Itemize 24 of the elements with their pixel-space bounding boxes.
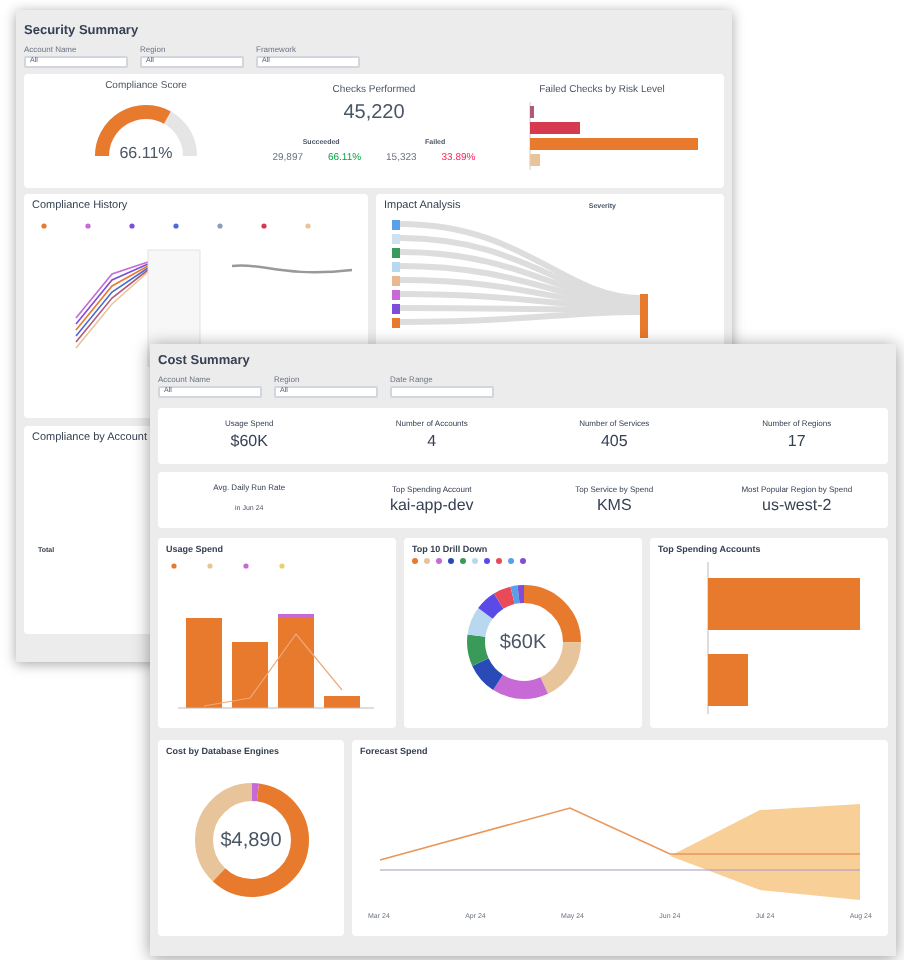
donut-chart-drawing — [191, 780, 311, 900]
kpi-value: 405 — [600, 434, 628, 450]
kpi-value: 4 — [427, 434, 437, 450]
kpi-value: KMS — [596, 497, 632, 513]
kpi-value: us-west-2 — [762, 497, 832, 513]
legend-swatch-icon — [484, 558, 490, 564]
score-value: 66.11% — [119, 145, 173, 161]
legend-swatch-icon — [520, 558, 526, 564]
legend-swatch-icon — [472, 558, 478, 564]
donut-total: $60K — [499, 629, 547, 657]
kpi-value: 17 — [787, 434, 806, 450]
dropdown-field[interactable] — [390, 385, 494, 397]
donut-total: $4,890 — [220, 827, 282, 855]
kpi-value: kai-app-dev — [389, 497, 474, 513]
legend-swatch-icon — [496, 558, 502, 564]
legend-swatch-icon — [436, 558, 442, 564]
legend-swatch-icon — [448, 558, 454, 564]
checks-total: 45,220 — [343, 103, 405, 123]
legend-swatch-icon — [412, 558, 418, 564]
kpi-value: $60K — [230, 434, 268, 450]
legend-swatch-icon — [508, 558, 514, 564]
legend-swatch-icon — [460, 558, 466, 564]
donut-chart-drawing — [463, 582, 583, 702]
legend-swatch-icon — [424, 558, 430, 564]
